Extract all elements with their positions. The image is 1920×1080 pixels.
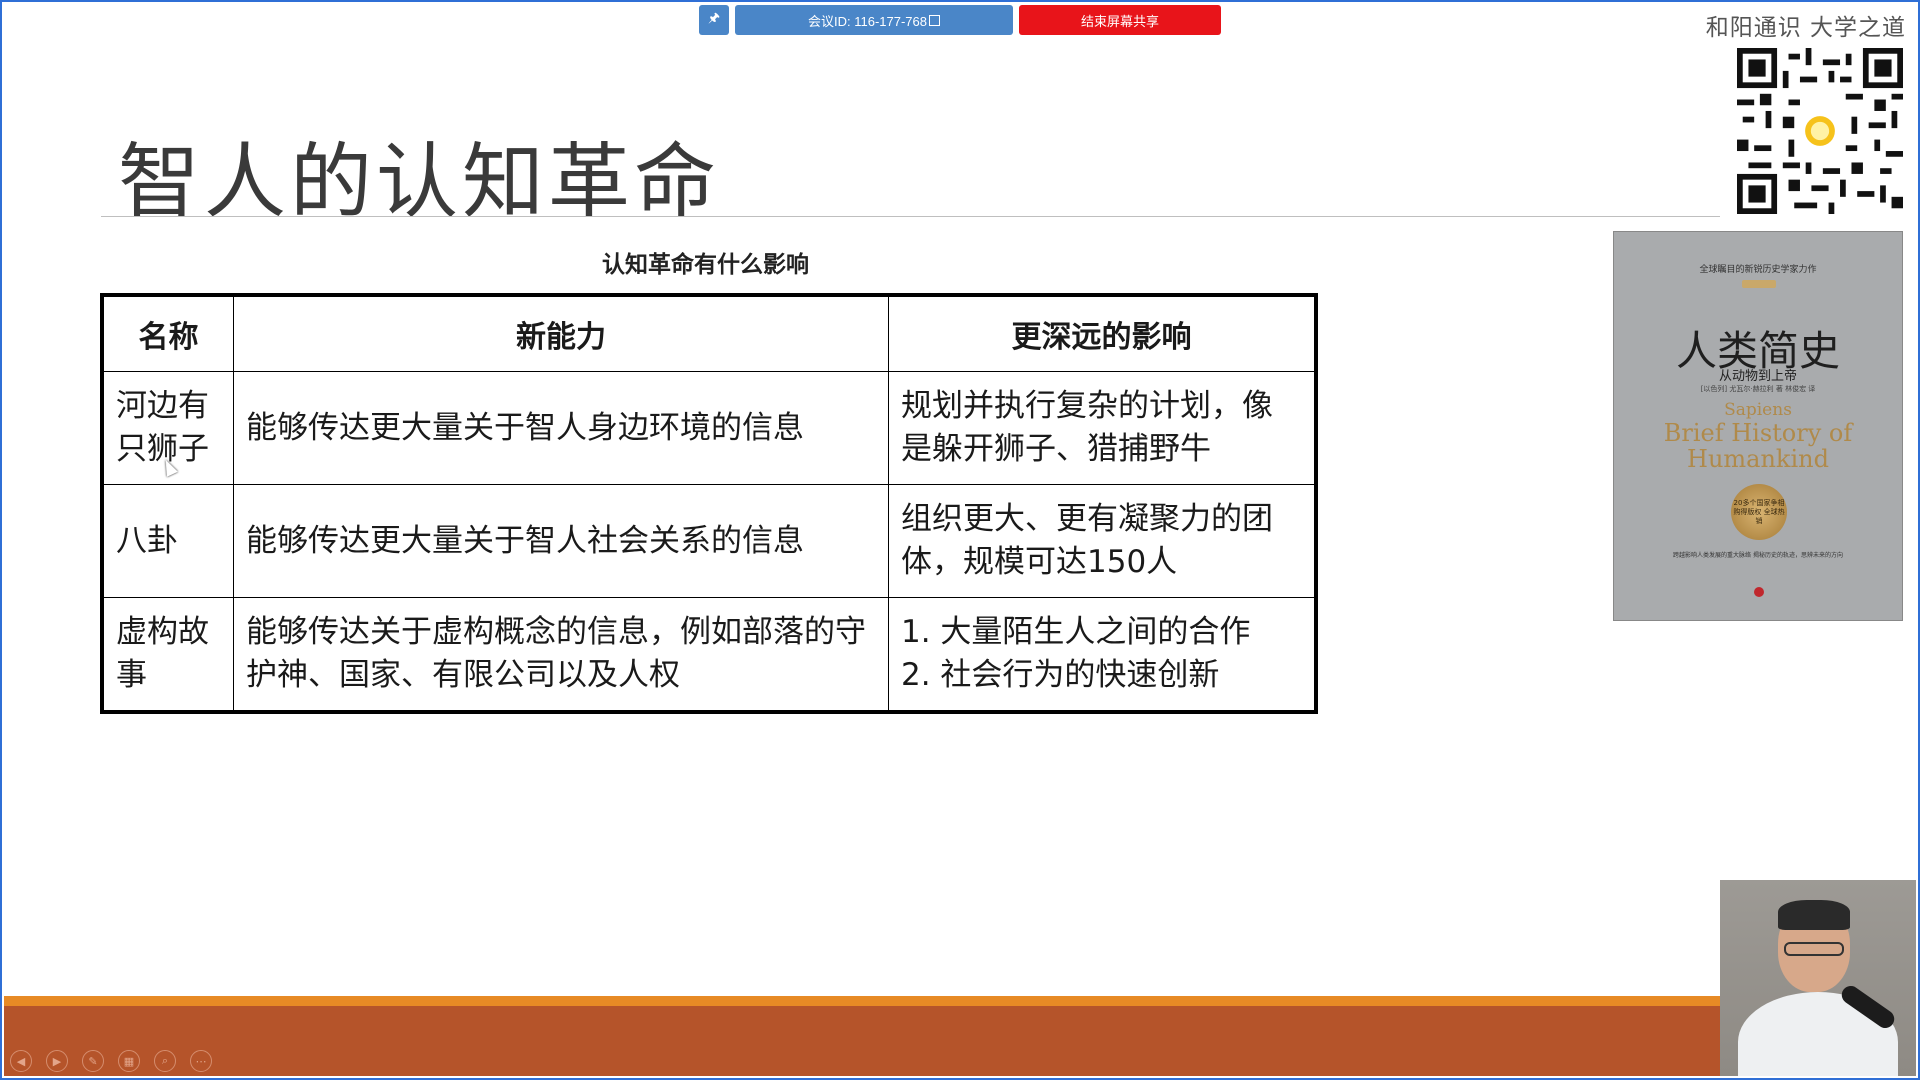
footer-band: [4, 1006, 1720, 1076]
table-row: 虚构故事 能够传达关于虚构概念的信息，例如部落的守护神、国家、有限公司以及人权 …: [101, 597, 1317, 713]
table-header-row: 名称 新能力 更深远的影响: [101, 294, 1317, 372]
book-subtitle: 从动物到上帝: [1718, 369, 1797, 384]
publisher-seal: [1754, 587, 1764, 597]
book-blurb: 跨越影响人类发展的重大脉络 揭秘历史的轨迹，思辨未来的方向: [1673, 552, 1843, 559]
presenter-webcam: [1720, 880, 1916, 1076]
table-row: 八卦 能够传达更大量关于智人社会关系的信息 组织更大、更有凝聚力的团体，规模可达…: [101, 484, 1317, 598]
table-caption: 认知革命有什么影响: [602, 252, 809, 278]
cell-name: 虚构故事: [101, 597, 234, 713]
cell-name: 八卦: [101, 484, 234, 598]
pin-button[interactable]: 🖈: [699, 5, 729, 35]
webcam-hair: [1778, 900, 1850, 930]
cell-impact: 组织更大、更有凝聚力的团体，规模可达150人: [888, 484, 1317, 598]
meeting-toolbar: 🖈 会议ID: 116-177-768 结束屏幕共享: [699, 5, 1221, 35]
end-share-label: 结束屏幕共享: [1080, 13, 1159, 29]
meeting-id-button[interactable]: 会议ID: 116-177-768: [735, 5, 1013, 35]
header-deeper-impact: 更深远的影响: [888, 294, 1317, 372]
meeting-id-label: 会议ID: 116-177-768: [808, 13, 927, 29]
footer-band-accent: [4, 996, 1720, 1006]
book-cover-image: 全球瞩目的新锐历史学家力作 人类简史 从动物到上帝 [以色列] 尤瓦尔·赫拉利 …: [1613, 231, 1903, 621]
book-tagline: 全球瞩目的新锐历史学家力作: [1699, 265, 1817, 275]
book-medal: 20多个国家争相购得版权 全球热销: [1731, 484, 1787, 540]
book-authors: [以色列] 尤瓦尔·赫拉利 著 林俊宏 译: [1700, 385, 1816, 393]
zoom-icon[interactable]: ⌕: [154, 1050, 176, 1072]
header-new-ability: 新能力: [233, 294, 889, 372]
next-icon[interactable]: ▶: [46, 1050, 68, 1072]
book-badge: [1742, 280, 1776, 288]
cell-ability: 能够传达更大量关于智人社会关系的信息: [233, 484, 889, 598]
webcam-glasses: [1784, 942, 1844, 956]
pin-icon: 🖈: [707, 10, 721, 25]
book-english-title-1: Sapiens: [1724, 400, 1792, 420]
slides-icon[interactable]: ▦: [118, 1050, 140, 1072]
end-share-button[interactable]: 结束屏幕共享: [1019, 5, 1221, 35]
title-divider: [101, 216, 1720, 217]
cell-impact: 规划并执行复杂的计划，像是躲开狮子、猎捕野牛: [888, 371, 1317, 485]
table-row: 河边有 只狮子 能够传达更大量关于智人身边环境的信息 规划并执行复杂的计划，像是…: [101, 371, 1317, 485]
impact-table: 名称 新能力 更深远的影响 河边有 只狮子 能够传达更大量关于智人身边环境的信息…: [100, 293, 1318, 714]
slide-controls: ◀ ▶ ✎ ▦ ⌕ ⋯: [10, 1050, 212, 1072]
cell-ability: 能够传达更大量关于智人身边环境的信息: [233, 371, 889, 485]
book-english-title-2: Brief History of Humankind: [1663, 419, 1853, 473]
prev-icon[interactable]: ◀: [10, 1050, 32, 1072]
more-icon[interactable]: ⋯: [190, 1050, 212, 1072]
cell-ability: 能够传达关于虚构概念的信息，例如部落的守护神、国家、有限公司以及人权: [233, 597, 889, 713]
header-name: 名称: [101, 294, 234, 372]
pen-icon[interactable]: ✎: [82, 1050, 104, 1072]
brand-name: 和阳通识 大学之道: [1705, 15, 1906, 41]
qr-code: [1733, 48, 1907, 214]
copy-icon: [929, 14, 940, 26]
cell-impact: 1. 大量陌生人之间的合作 2. 社会行为的快速创新: [888, 597, 1317, 713]
